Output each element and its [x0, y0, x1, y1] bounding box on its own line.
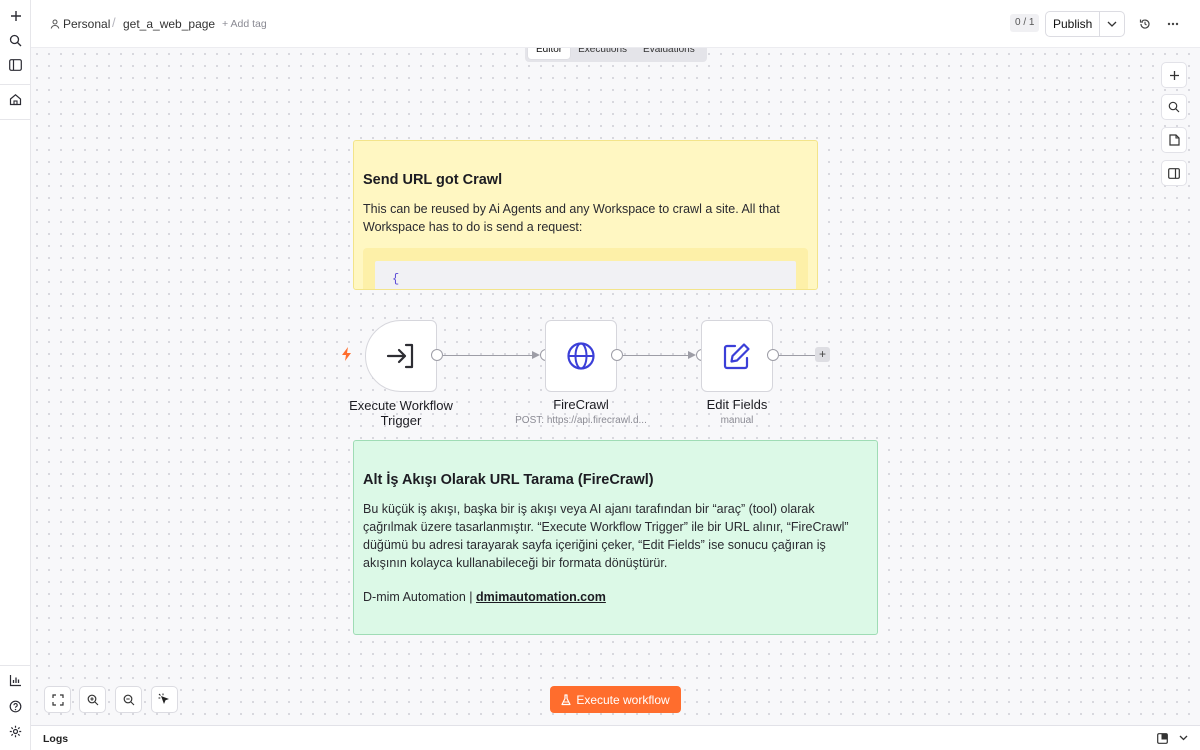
node-subtitle: manual: [720, 415, 754, 426]
zoom-out-icon: [123, 694, 134, 705]
add-tag-button[interactable]: + Add tag: [222, 18, 267, 30]
search-nodes-button[interactable]: [1161, 94, 1187, 120]
zoom-in-icon: [87, 694, 98, 705]
sticky-title: Send URL got Crawl: [363, 172, 503, 188]
connection-line: [623, 355, 688, 356]
output-port[interactable]: [767, 349, 779, 361]
output-port[interactable]: [611, 349, 623, 361]
node-firecrawl[interactable]: [545, 320, 617, 392]
chevron-down-icon[interactable]: [1179, 735, 1188, 741]
publish-button[interactable]: Publish: [1046, 12, 1101, 36]
help-icon[interactable]: [5, 696, 26, 717]
sticky-note-yellow[interactable]: Send URL got Crawl This can be reused by…: [353, 140, 818, 290]
publish-button-group: Publish: [1045, 11, 1125, 37]
tidy-up-button[interactable]: [151, 686, 178, 713]
breadcrumb-separator: /: [112, 15, 116, 30]
rail-divider: [0, 665, 31, 666]
insights-chart-icon[interactable]: [5, 670, 26, 691]
output-port[interactable]: [431, 349, 443, 361]
zoom-out-button[interactable]: [115, 686, 142, 713]
history-icon[interactable]: [1135, 14, 1155, 34]
code-text: {: [392, 272, 400, 286]
search-icon: [1168, 101, 1180, 113]
tab-editor[interactable]: Editor: [528, 48, 571, 59]
globe-icon: [567, 342, 595, 370]
sidebar-toggle-icon[interactable]: [5, 54, 26, 75]
publish-dropdown-chevron-icon[interactable]: [1100, 12, 1124, 36]
add-node-button[interactable]: [1161, 62, 1187, 88]
fit-view-button[interactable]: [44, 686, 71, 713]
sticky-note-green[interactable]: Alt İş Akışı Olarak URL Tarama (FireCraw…: [353, 440, 878, 635]
node-title: Edit Fields: [706, 397, 768, 412]
version-counter: 0 / 1: [1010, 14, 1040, 32]
workflow-name-text: get_a_web_page: [123, 17, 216, 31]
connection-line: [443, 355, 532, 356]
user-icon: [50, 19, 60, 29]
pen-square-icon: [723, 343, 750, 370]
connection-line: [779, 355, 815, 356]
flask-icon: [561, 693, 571, 705]
code-block-container: {: [363, 248, 808, 289]
execute-workflow-label: Execute workflow: [576, 692, 670, 707]
breadcrumb-project[interactable]: Personal: [50, 17, 110, 31]
sticky-signature: D-mim Automation | dmimautomation.com: [363, 590, 606, 604]
fit-view-icon: [51, 693, 64, 706]
logs-bar[interactable]: Logs: [31, 725, 1200, 750]
connection-arrow: [688, 351, 696, 359]
view-tabs: Editor Executions Evaluations: [525, 48, 707, 62]
settings-gear-icon[interactable]: [5, 721, 26, 742]
left-rail: [0, 0, 31, 750]
pop-out-logs-icon[interactable]: [1157, 733, 1168, 744]
sticky-body: This can be reused by Ai Agents and any …: [363, 202, 780, 234]
sticky-body: Bu küçük iş akışı, başka bir iş akışı ve…: [363, 502, 849, 570]
execute-workflow-button[interactable]: Execute workflow: [550, 686, 681, 713]
add-next-node-button[interactable]: +: [815, 347, 830, 362]
plus-icon: [1169, 70, 1179, 80]
add-sticky-note-button[interactable]: [1161, 127, 1187, 153]
zoom-in-button[interactable]: [79, 686, 106, 713]
home-icon[interactable]: [5, 89, 26, 110]
node-title: Execute Workflow Trigger: [349, 398, 453, 428]
add-icon[interactable]: [5, 5, 26, 26]
logs-label: Logs: [43, 733, 69, 745]
more-options-icon[interactable]: [1163, 14, 1183, 34]
panel-right-icon: [1168, 167, 1180, 179]
toggle-panel-button[interactable]: [1161, 160, 1187, 186]
signature-prefix: D-mim Automation |: [363, 590, 477, 604]
signature-link[interactable]: dmimautomation.com: [476, 590, 606, 604]
sticky-note-icon: [1168, 134, 1180, 146]
cursor-sparkle-icon: [158, 693, 169, 704]
connection-arrow: [532, 351, 540, 359]
node-title: FireCrawl: [553, 397, 609, 412]
workflow-canvas[interactable]: Editor Executions Evaluations Send URL g…: [31, 48, 1200, 725]
search-icon[interactable]: [5, 30, 26, 51]
project-name: Personal: [63, 17, 111, 31]
sign-in-icon: [386, 343, 414, 369]
rail-divider: [0, 119, 31, 120]
top-header: Personal / get_a_web_page + Add tag 0 / …: [31, 0, 1200, 48]
node-subtitle: POST: https://api.firecrawl.d...: [515, 415, 647, 426]
sticky-title: Alt İş Akışı Olarak URL Tarama (FireCraw…: [363, 472, 654, 488]
workflow-name[interactable]: get_a_web_page: [123, 17, 215, 31]
code-block: {: [375, 261, 796, 289]
node-edit-fields[interactable]: [701, 320, 773, 392]
node-execute-workflow-trigger[interactable]: [365, 320, 437, 392]
tab-evaluations[interactable]: Evaluations: [635, 48, 703, 59]
rail-divider: [0, 84, 31, 85]
tab-executions[interactable]: Executions: [570, 48, 635, 59]
trigger-bolt-icon: [342, 347, 351, 361]
